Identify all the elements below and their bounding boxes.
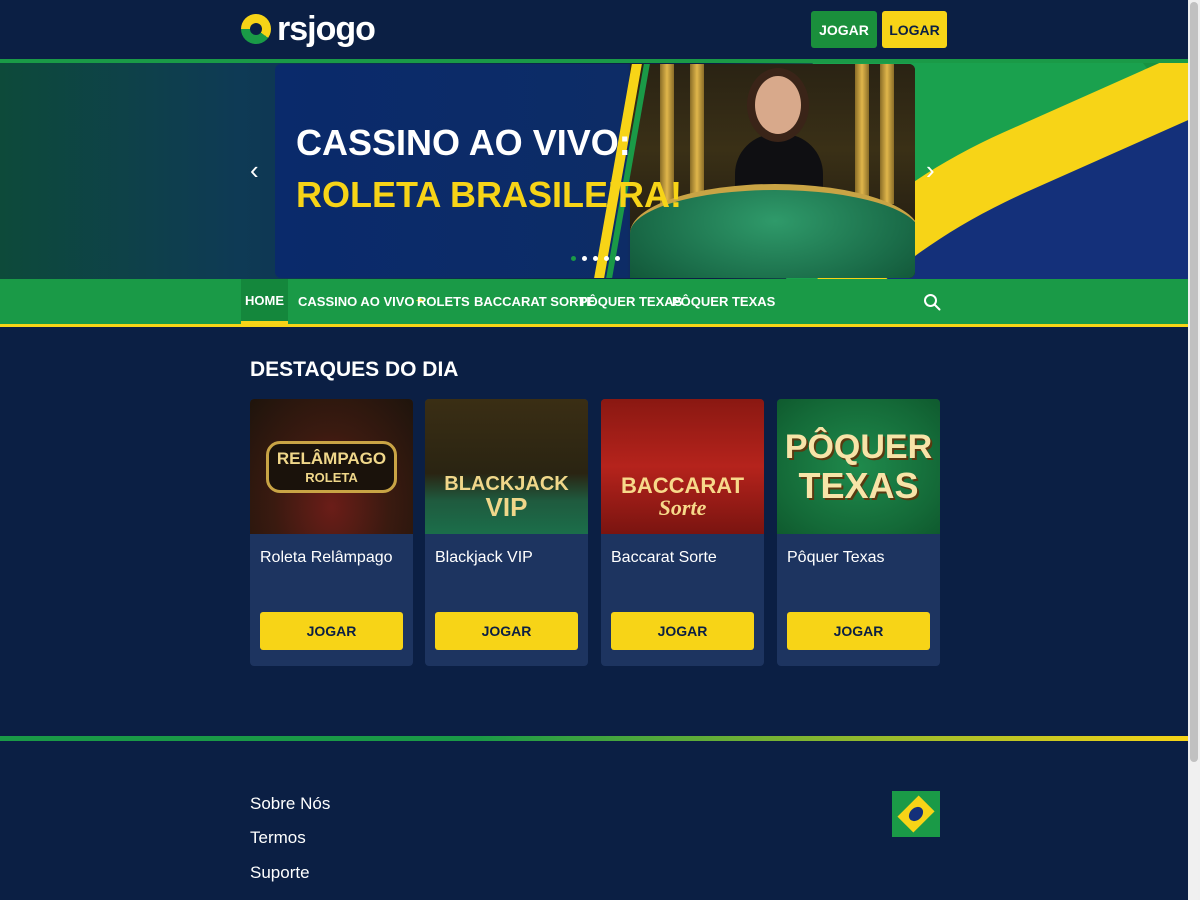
game-name: Blackjack VIP [435, 549, 533, 566]
hero-banner[interactable] [275, 64, 915, 278]
logar-button[interactable]: LOGAR [882, 11, 947, 48]
thumbnail-subtitle: VIP [485, 491, 528, 522]
game-name: Roleta Relâmpago [260, 549, 393, 566]
page-scrollbar[interactable] [1188, 0, 1200, 900]
carousel-dot[interactable] [571, 256, 576, 261]
decor-pillar [690, 64, 704, 204]
thumbnail-subtitle: TEXAS [798, 464, 919, 506]
scrollbar-thumb[interactable] [1190, 2, 1198, 762]
nav-item-rolets[interactable]: ROLETS [417, 279, 470, 324]
game-thumbnail: RELÂMPAGO ROLETA [250, 399, 413, 534]
flag-globe [908, 806, 924, 822]
thumbnail-title: PÔQUER [784, 427, 933, 466]
logo-icon [241, 14, 271, 44]
carousel-dots [571, 256, 620, 261]
game-card[interactable]: RELÂMPAGO ROLETA Roleta Relâmpago JOGAR [250, 399, 413, 666]
nav-item-home[interactable]: HOME [241, 279, 288, 324]
banner-title: CASSINO AO VIVO: [296, 122, 631, 163]
nav-item-baccarat-sorte[interactable]: BACCARAT SORTE [474, 279, 595, 324]
game-thumbnail: BACCARAT Sorte [601, 399, 764, 534]
brazil-flag-icon[interactable] [892, 791, 940, 837]
dealer-head [755, 76, 801, 134]
footer-divider [0, 736, 1188, 741]
play-button[interactable]: JOGAR [260, 612, 403, 650]
site-logo[interactable]: rsjogo [241, 8, 376, 50]
play-button[interactable]: JOGAR [787, 612, 930, 650]
thumbnail-title: RELÂMPAGO [276, 448, 387, 468]
live-dealer-image [630, 64, 915, 278]
decor-pillar [880, 64, 894, 204]
logo-text: rsjogo [277, 10, 376, 48]
game-name: Pôquer Texas [787, 549, 885, 566]
main-nav: HOME CASSINO AO VIVO ✦ ROLETS BACCARAT S… [0, 279, 1188, 327]
jogar-button[interactable]: JOGAR [811, 11, 877, 48]
footer-link-termos[interactable]: Termos [250, 828, 306, 848]
thumbnail-title: BACCARAT [620, 472, 745, 498]
decor-pillar [855, 64, 869, 204]
play-button[interactable]: JOGAR [611, 612, 754, 650]
game-card[interactable]: PÔQUER TEXAS Pôquer Texas JOGAR [777, 399, 940, 666]
nav-item-label: CASSINO AO VIVO [298, 294, 415, 309]
thumbnail-badge: RELÂMPAGO ROLETA [265, 440, 398, 493]
game-thumbnail: PÔQUER TEXAS [777, 399, 940, 534]
nav-item-poquer-texas[interactable]: PÔQUER TEXAS [579, 279, 682, 324]
thumbnail-subtitle: Sorte [658, 494, 707, 520]
carousel-dot[interactable] [615, 256, 620, 261]
footer-link-sobre-nos[interactable]: Sobre Nós [250, 794, 330, 814]
nav-item-cassino-ao-vivo[interactable]: CASSINO AO VIVO ✦ [298, 279, 424, 324]
game-card[interactable]: BLACKJACK VIP Blackjack VIP JOGAR [425, 399, 588, 666]
carousel-dot[interactable] [604, 256, 609, 261]
footer-link-suporte[interactable]: Suporte [250, 863, 310, 883]
thumbnail-badge: PÔQUER TEXAS [785, 430, 932, 504]
carousel-prev-icon[interactable]: ‹ [250, 157, 259, 183]
carousel-dot[interactable] [582, 256, 587, 261]
thumbnail-badge: BACCARAT Sorte [620, 472, 745, 520]
thumbnail-subtitle: ROLETA [305, 469, 358, 485]
carousel-dot[interactable] [593, 256, 598, 261]
game-thumbnail: BLACKJACK VIP [425, 399, 588, 534]
play-button[interactable]: JOGAR [435, 612, 578, 650]
thumbnail-title: BLACKJACK [444, 472, 569, 495]
flag-diamond [897, 795, 935, 833]
search-icon[interactable] [923, 293, 941, 311]
banner-subtitle: ROLETA BRASILEIRA! [296, 174, 682, 215]
carousel-next-icon[interactable]: › [926, 157, 935, 183]
game-name: Baccarat Sorte [611, 549, 717, 566]
nav-item-poquer-texas-2[interactable]: PÔQUER TEXAS [672, 279, 775, 324]
section-title: DESTAQUES DO DIA [250, 358, 459, 381]
game-card[interactable]: BACCARAT Sorte Baccarat Sorte JOGAR [601, 399, 764, 666]
thumbnail-badge: BLACKJACK VIP [444, 474, 568, 520]
site-header: rsjogo JOGAR LOGAR [0, 0, 1188, 59]
